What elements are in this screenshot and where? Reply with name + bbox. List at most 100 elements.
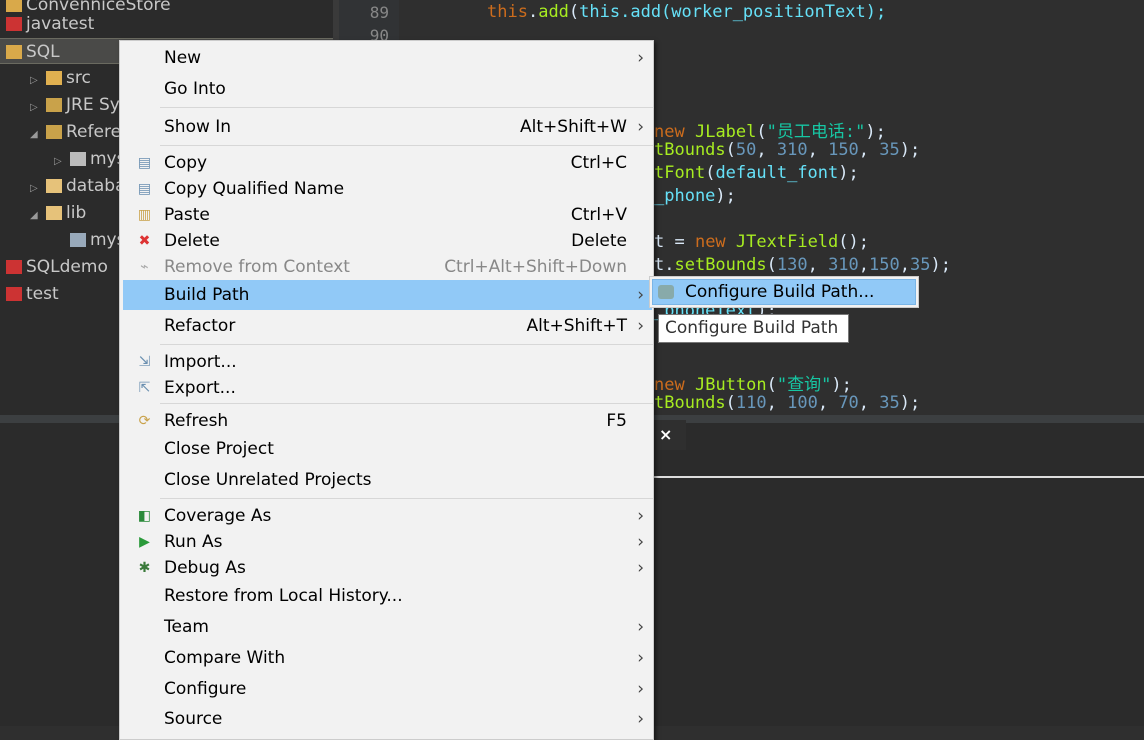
menu-label: Remove from Context <box>164 257 350 277</box>
expand-toggle[interactable]: ◢ <box>30 203 40 229</box>
menu-label: Source <box>164 709 223 729</box>
menu-accelerator: Ctrl+Alt+Shift+Down <box>444 257 627 277</box>
code-fragment: _phone); <box>654 186 736 206</box>
tree-item-label: SQL <box>26 42 60 62</box>
menu-label: Debug As <box>164 558 246 578</box>
menu-label: New <box>164 48 202 68</box>
chevron-right-icon: › <box>637 316 644 336</box>
menu-label: Close Unrelated Projects <box>164 470 372 490</box>
menu-item-show-in[interactable]: Show In Alt+Shift+W › <box>123 112 652 142</box>
expand-toggle[interactable]: ▷ <box>30 95 40 121</box>
tree-item-label: SQLdemo <box>26 257 108 277</box>
code-fragment: tBounds(50, 310, 150, 35); <box>654 140 921 160</box>
menu-item-build-path[interactable]: Build Path › <box>123 280 652 310</box>
import-icon: ⇲ <box>138 354 151 370</box>
copy-qualified-name-icon: ▤ <box>137 181 152 197</box>
menu-item-configure[interactable]: Configure › <box>123 674 652 704</box>
paste-icon: ▥ <box>137 207 152 223</box>
chevron-right-icon: › <box>637 679 644 699</box>
chevron-right-icon: › <box>637 617 644 637</box>
menu-item-remove-from-context[interactable]: ⌁ Remove from Context Ctrl+Alt+Shift+Down <box>123 252 652 282</box>
menu-label: Restore from Local History... <box>164 586 403 606</box>
menu-label: Refactor <box>164 316 236 336</box>
code-fragment: new JButton("查询"); <box>654 375 852 395</box>
chevron-right-icon: › <box>637 285 644 305</box>
build-path-icon <box>658 285 674 299</box>
menu-label: Configure <box>164 679 247 699</box>
line-number: 89 <box>369 3 389 22</box>
menu-item-new[interactable]: New › <box>123 43 652 73</box>
library-icon <box>46 98 62 112</box>
project-icon <box>6 45 22 59</box>
delete-icon: ✖ <box>138 233 151 249</box>
menu-separator <box>160 498 653 499</box>
expand-toggle[interactable]: ◢ <box>30 122 40 148</box>
build-path-submenu: Configure Build Path... <box>649 276 919 308</box>
menu-label: Refresh <box>164 411 229 431</box>
menu-item-compare-with[interactable]: Compare With › <box>123 643 652 673</box>
project-error-icon <box>6 17 22 31</box>
close-icon[interactable]: × <box>659 425 672 444</box>
menu-label: Go Into <box>164 79 226 99</box>
chevron-right-icon: › <box>637 558 644 578</box>
menu-label: Team <box>164 617 209 637</box>
code-fragment: new JLabel("员工电话:"); <box>654 122 886 142</box>
menu-item-close-project[interactable]: Close Project <box>123 434 652 464</box>
debug-icon: ✱ <box>138 560 151 576</box>
menu-accelerator: F5 <box>606 411 627 431</box>
folder-icon <box>46 206 62 220</box>
menu-label: Compare With <box>164 648 286 668</box>
project-error-icon <box>6 260 22 274</box>
chevron-right-icon: › <box>637 648 644 668</box>
chevron-right-icon: › <box>637 117 644 137</box>
menu-separator <box>160 344 653 345</box>
expand-toggle[interactable]: ▷ <box>54 149 64 175</box>
chevron-right-icon: › <box>637 709 644 729</box>
menu-separator <box>160 107 653 108</box>
coverage-icon: ◧ <box>137 508 152 524</box>
code-fragment: t = new JTextField(); <box>654 232 869 252</box>
copy-icon: ▤ <box>137 155 152 171</box>
folder-icon <box>46 179 62 193</box>
menu-item-restore-from-local-history[interactable]: Restore from Local History... <box>123 581 652 611</box>
menu-label: Show In <box>164 117 232 137</box>
expand-toggle[interactable]: ▷ <box>30 176 40 202</box>
menu-label: Build Path <box>164 285 250 305</box>
menu-separator <box>160 403 653 404</box>
menu-item-go-into[interactable]: Go Into <box>123 74 652 104</box>
divider <box>640 476 1144 478</box>
context-menu: New › Go Into Show In Alt+Shift+W › ▤ Copy Ctrl+… <box>119 40 654 740</box>
code-line: this.add(this.add(worker_positionText); <box>487 2 887 22</box>
expand-toggle[interactable]: ▷ <box>30 68 40 94</box>
menu-item-source[interactable]: Source › <box>123 704 652 734</box>
tree-item-label: javatest <box>26 14 95 34</box>
tree-item-label: lib <box>66 203 87 223</box>
tree-item[interactable]: javatest <box>0 11 333 37</box>
jar-icon <box>70 152 86 166</box>
configure-build-path-item[interactable]: Configure Build Path... <box>652 279 916 305</box>
menu-accelerator: Alt+Shift+T <box>526 316 627 336</box>
tree-item-label: test <box>26 284 59 304</box>
file-icon <box>70 233 86 247</box>
tooltip: Configure Build Path <box>658 314 849 343</box>
menu-label: Configure Build Path... <box>685 282 875 302</box>
menu-item-close-unrelated-projects[interactable]: Close Unrelated Projects <box>123 465 652 495</box>
menu-item-refresh[interactable]: ⟳ Refresh F5 <box>123 406 652 436</box>
source-folder-icon <box>46 71 62 85</box>
code-fragment: tBounds(110, 100, 70, 35); <box>654 393 921 413</box>
refresh-icon: ⟳ <box>138 413 151 429</box>
menu-item-debug-as[interactable]: ✱ Debug As › <box>123 553 652 583</box>
menu-item-export[interactable]: ⇱ Export... <box>123 373 652 403</box>
menu-accelerator: Alt+Shift+W <box>520 117 627 137</box>
menu-item-refactor[interactable]: Refactor Alt+Shift+T › <box>123 311 652 341</box>
remove-context-icon: ⌁ <box>140 259 149 275</box>
menu-label: Export... <box>164 378 236 398</box>
menu-separator <box>160 145 653 146</box>
menu-item-team[interactable]: Team › <box>123 612 652 642</box>
library-icon <box>46 125 62 139</box>
menu-label: Close Project <box>164 439 274 459</box>
export-icon: ⇱ <box>138 380 151 396</box>
tree-item-label: src <box>66 68 91 88</box>
code-fragment: t.setBounds(130, 310,150,35); <box>654 255 951 275</box>
run-icon: ▶ <box>139 534 150 550</box>
